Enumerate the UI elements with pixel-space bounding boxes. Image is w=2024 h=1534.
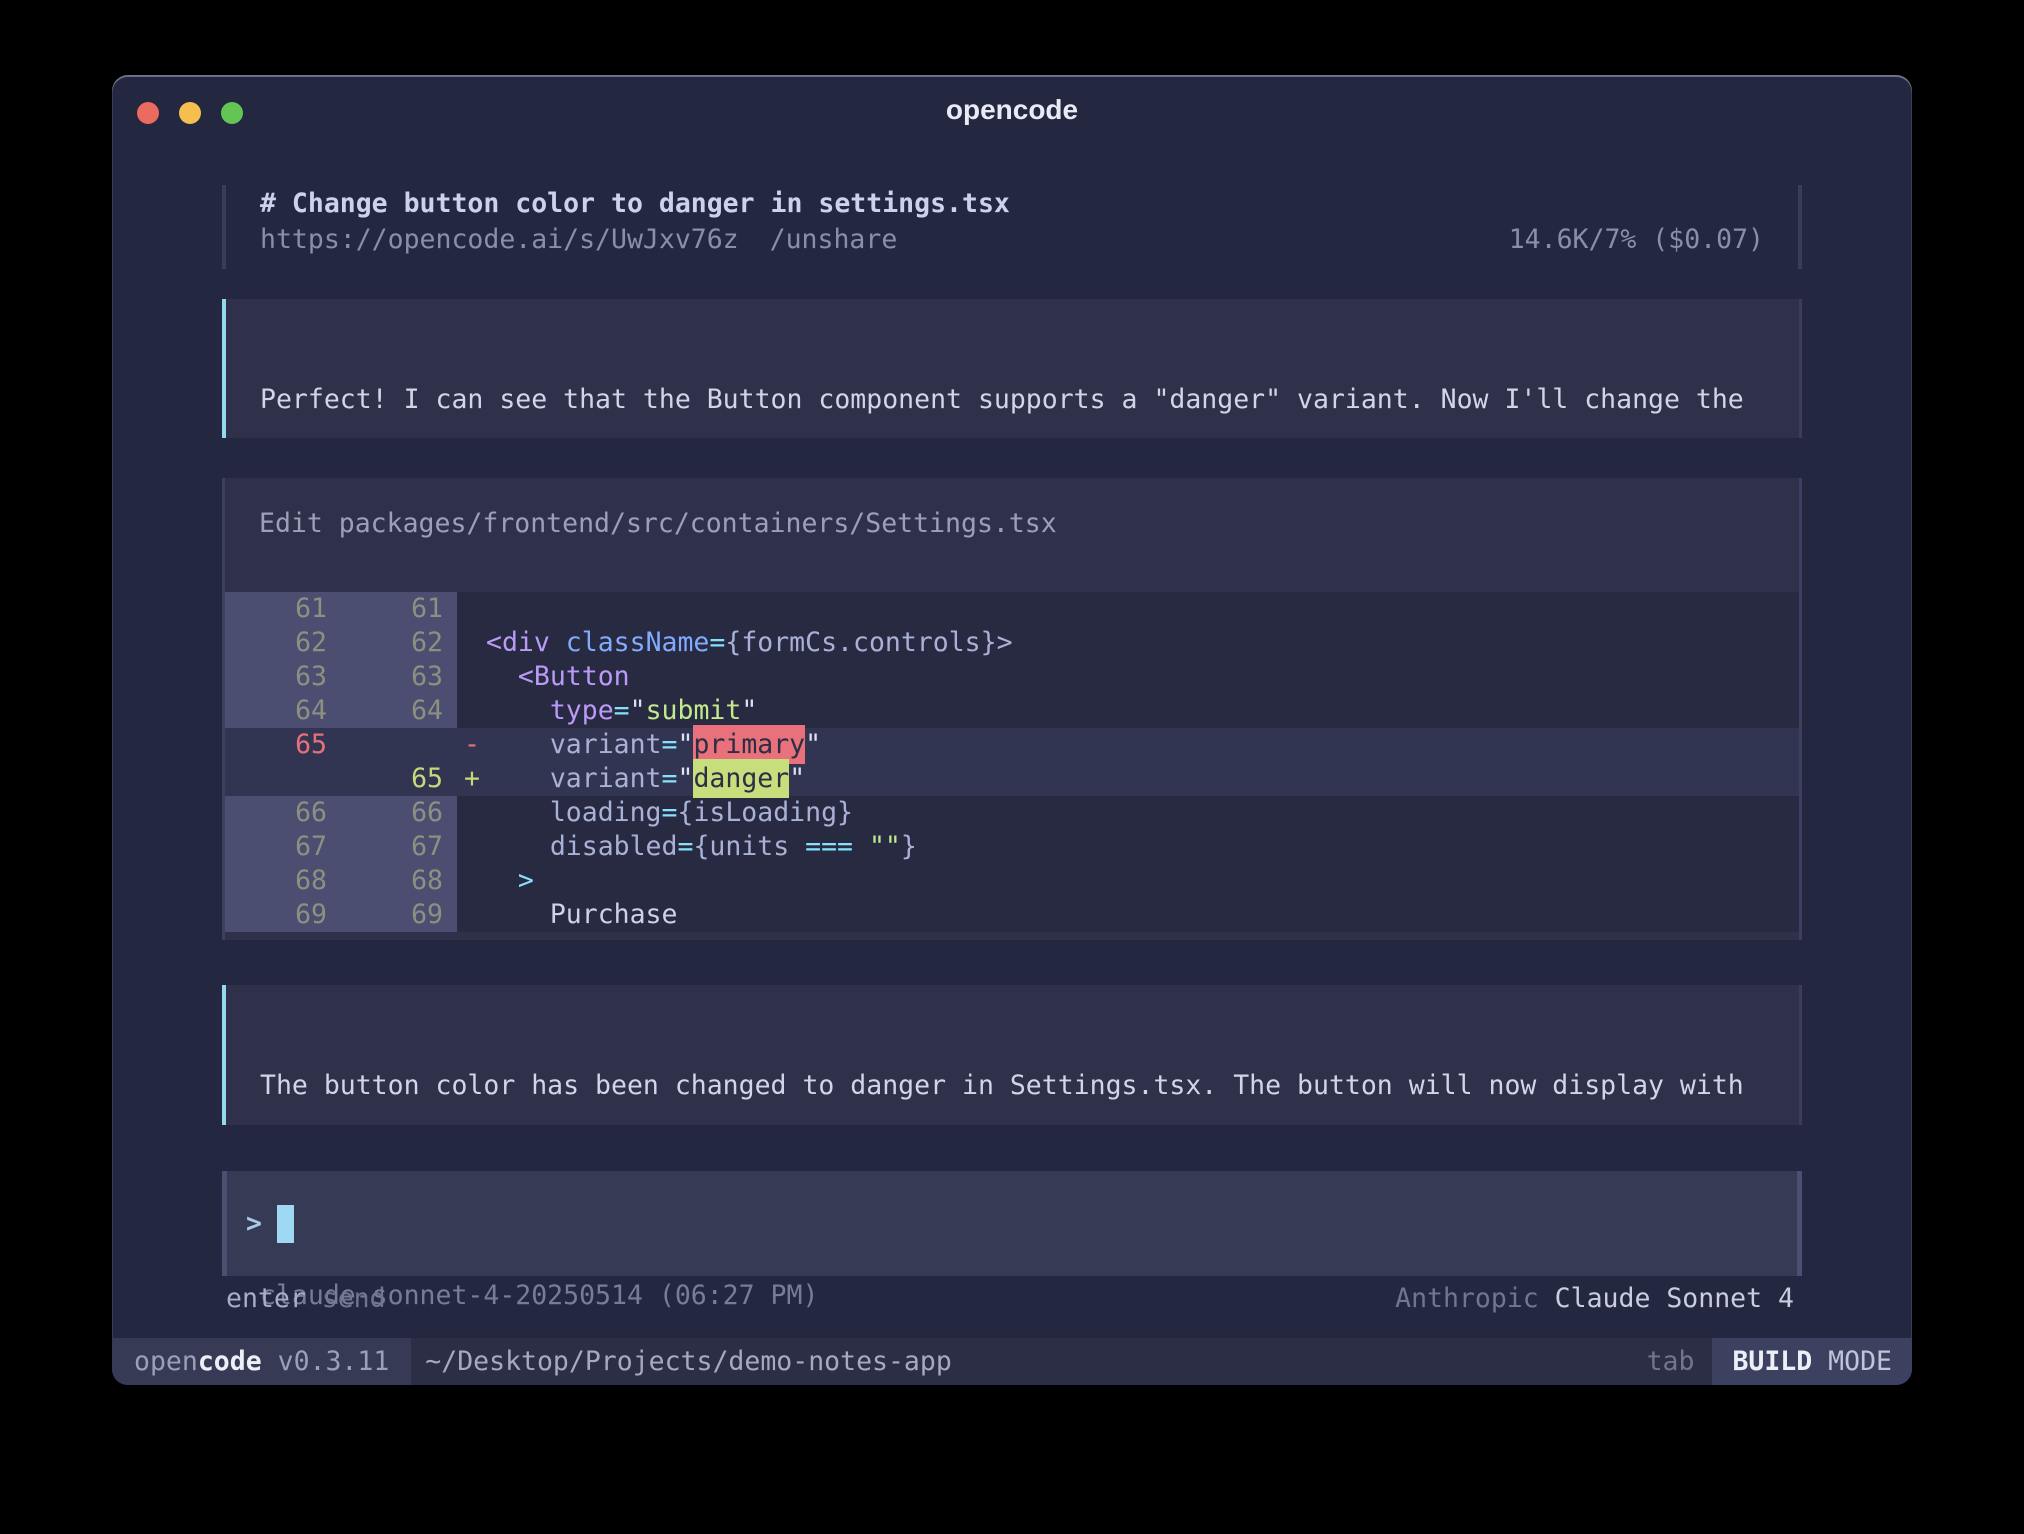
status-bar: opencode v0.3.11 ~/Desktop/Projects/demo… (112, 1338, 1912, 1385)
unshare-command[interactable]: /unshare (770, 222, 898, 257)
diff-row: 6868 > (225, 864, 1799, 898)
mode-toggle-segment[interactable]: BUILD MODE (1712, 1338, 1912, 1385)
session-title: # Change button color to danger in setti… (260, 186, 1764, 222)
enter-key-hint: enter (226, 1283, 306, 1314)
footer-hints: enter send Anthropic Claude Sonnet 4 (226, 1283, 1794, 1314)
app-version-segment: opencode v0.3.11 (112, 1338, 411, 1385)
send-hint-label: send (306, 1283, 386, 1314)
mode-label: MODE (1812, 1346, 1892, 1377)
context-stats: 14.6K/7% ($0.07) (1509, 222, 1764, 257)
text-cursor (277, 1205, 294, 1243)
diff-row: 65+ variant="danger" (225, 762, 1799, 796)
mode-name: BUILD (1732, 1346, 1812, 1377)
assistant-message: Perfect! I can see that the Button compo… (222, 299, 1802, 438)
edit-panel-header: Edit packages/frontend/src/containers/Se… (225, 478, 1799, 539)
message-line: Perfect! I can see that the Button compo… (260, 382, 1769, 417)
window-titlebar: opencode (112, 75, 1912, 145)
diff-row: 6464 type="submit" (225, 694, 1799, 728)
edit-tool-panel: Edit packages/frontend/src/containers/Se… (222, 478, 1802, 940)
window-title: opencode (112, 94, 1912, 126)
provider-name: Anthropic (1395, 1283, 1539, 1314)
app-name-prefix: open (134, 1346, 198, 1377)
model-name: Claude Sonnet 4 (1539, 1283, 1794, 1314)
message-line: The button color has been changed to dan… (260, 1068, 1769, 1103)
tab-key-hint: tab (1647, 1346, 1695, 1377)
diff-row: 6767 disabled={units === ""} (225, 830, 1799, 864)
share-url-link[interactable]: https://opencode.ai/s/UwJxv76z (260, 222, 739, 257)
diff-row: 6363 <Button (225, 660, 1799, 694)
diff-row: 65- variant="primary" (225, 728, 1799, 762)
model-indicator: Anthropic Claude Sonnet 4 (1395, 1283, 1794, 1314)
assistant-message: The button color has been changed to dan… (222, 985, 1802, 1125)
prompt-symbol: > (246, 1208, 262, 1239)
diff-row: 6969 Purchase (225, 898, 1799, 932)
diff-row: 6161 (225, 592, 1799, 626)
prompt-input[interactable]: > (222, 1171, 1802, 1276)
working-directory: ~/Desktop/Projects/demo-notes-app (425, 1346, 952, 1377)
app-version: v0.3.11 (262, 1346, 390, 1377)
app-name-suffix: code (198, 1346, 262, 1377)
diff-row: 6666 loading={isLoading} (225, 796, 1799, 830)
session-header: # Change button color to danger in setti… (222, 185, 1802, 269)
opencode-window: opencode # Change button color to danger… (112, 75, 1912, 1385)
diff-row: 6262<div className={formCs.controls}> (225, 626, 1799, 660)
diff-table: 61616262<div className={formCs.controls}… (225, 592, 1799, 932)
